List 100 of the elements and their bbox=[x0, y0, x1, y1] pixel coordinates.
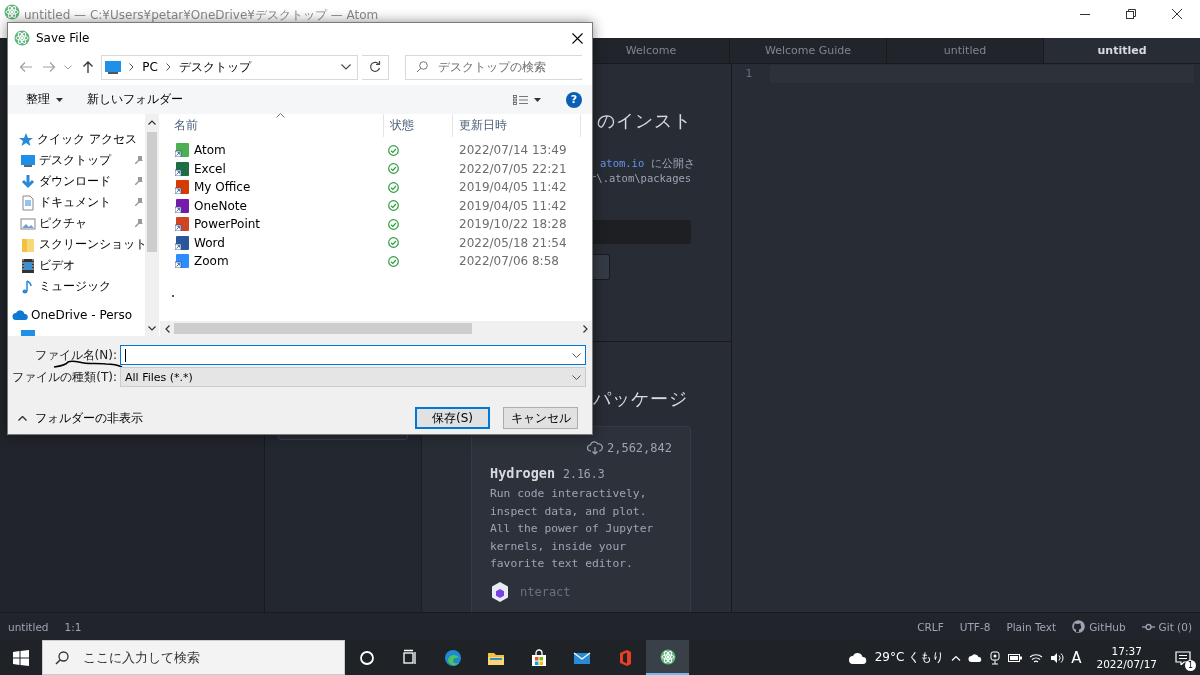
github-button[interactable]: GitHub bbox=[1089, 620, 1126, 633]
view-options-button[interactable] bbox=[510, 92, 544, 107]
editor-tab[interactable]: untitled bbox=[1043, 38, 1200, 63]
chevron-up-icon bbox=[148, 119, 156, 125]
ink-scribble bbox=[53, 360, 123, 368]
help-button[interactable]: ? bbox=[566, 91, 582, 108]
nav-item[interactable]: スクリーンショット bbox=[39, 236, 145, 253]
status-item[interactable]: 1:1 bbox=[64, 620, 82, 633]
organize-menu[interactable]: 整理 bbox=[23, 89, 66, 110]
taskbar-search-field[interactable]: ここに入力して検索 bbox=[42, 640, 345, 675]
hide-folders-button[interactable]: フォルダーの非表示 bbox=[18, 409, 143, 427]
clock-time[interactable]: 17:37 bbox=[1111, 644, 1142, 658]
git-button[interactable]: Git (0) bbox=[1158, 620, 1192, 633]
status-item[interactable]: CRLF bbox=[917, 620, 944, 633]
windows-logo-icon bbox=[13, 649, 29, 666]
status-item[interactable]: Plain Text bbox=[1006, 620, 1057, 633]
file-date: 2022/05/18 21:54 bbox=[458, 235, 568, 250]
nav-item[interactable]: OneDrive - Perso bbox=[31, 307, 143, 322]
status-item[interactable]: UTF-8 bbox=[959, 620, 991, 633]
clock-date[interactable]: 2022/07/17 bbox=[1096, 657, 1157, 671]
chevron-up-icon bbox=[951, 654, 962, 661]
weather-text[interactable]: 29°C くもり bbox=[874, 649, 945, 666]
monitor-icon bbox=[20, 152, 36, 169]
package-version: 2.16.3 bbox=[563, 467, 605, 481]
github-icon bbox=[1072, 620, 1086, 633]
caret-down-icon bbox=[56, 97, 63, 102]
file-name[interactable]: Excel bbox=[194, 161, 226, 176]
arrow-up-icon bbox=[81, 60, 94, 74]
field-label: ファイル名(N): bbox=[33, 346, 118, 364]
file-name[interactable]: Zoom bbox=[194, 254, 229, 269]
nav-item[interactable]: ドキュメント bbox=[39, 194, 131, 211]
arrow-left-icon bbox=[18, 61, 33, 73]
file-name[interactable]: Atom bbox=[194, 143, 226, 158]
file-name[interactable]: Word bbox=[194, 235, 225, 250]
save-button[interactable]: 保存(S) bbox=[415, 407, 490, 429]
chevron-down-icon[interactable] bbox=[572, 352, 581, 358]
search-icon bbox=[55, 650, 69, 665]
package-description: Run code interactively, inspect data, and plot. All the power of Jupyter kernels, inside your favorite text editor. bbox=[490, 486, 655, 572]
chevron-right-icon bbox=[582, 324, 588, 333]
dot-mark bbox=[172, 294, 174, 297]
chevron-down-icon bbox=[148, 325, 156, 331]
scrollbar[interactable] bbox=[160, 321, 592, 336]
file-date: 2019/04/05 11:42 bbox=[458, 198, 568, 213]
git-commit-icon bbox=[1141, 622, 1155, 631]
caret-down-icon bbox=[534, 97, 541, 102]
battery-icon bbox=[1008, 653, 1023, 662]
column-header[interactable]: 更新日時 bbox=[453, 114, 581, 137]
status-item[interactable]: untitled bbox=[8, 620, 49, 633]
refresh-button[interactable] bbox=[362, 54, 389, 80]
new-folder-button[interactable]: 新しいフォルダー bbox=[84, 89, 186, 110]
file-name[interactable]: PowerPoint bbox=[194, 217, 261, 232]
section-heading: パッケージ bbox=[593, 387, 689, 411]
task-view-icon bbox=[400, 648, 419, 667]
file-type-dropdown[interactable]: All Files (*.*) bbox=[120, 367, 586, 387]
atom-logo-icon bbox=[4, 4, 20, 20]
refresh-icon bbox=[369, 61, 381, 73]
search-field[interactable] bbox=[590, 220, 691, 244]
document-icon bbox=[20, 194, 36, 211]
chevron-down-icon[interactable] bbox=[341, 64, 351, 70]
breadcrumb[interactable]: PC bbox=[142, 60, 158, 74]
shopping-bag-icon bbox=[529, 648, 548, 667]
list-view-icon bbox=[513, 94, 528, 105]
chevron-right-icon bbox=[129, 63, 135, 71]
address-bar[interactable]: PC デスクトップ bbox=[101, 54, 358, 80]
breadcrumb[interactable]: デスクトップ bbox=[179, 58, 251, 76]
scrollbar-thumb[interactable] bbox=[147, 132, 157, 252]
file-date: 2019/10/22 18:28 bbox=[458, 217, 568, 232]
nav-item[interactable]: クイック アクセス bbox=[37, 131, 143, 148]
cancel-button[interactable]: キャンセル bbox=[503, 407, 578, 429]
scrollbar-thumb[interactable] bbox=[174, 323, 472, 334]
scrollbar[interactable] bbox=[145, 114, 159, 336]
edge-icon bbox=[443, 648, 462, 667]
close-icon bbox=[1172, 9, 1182, 19]
hexagon-avatar-icon bbox=[490, 580, 510, 603]
taskbar-app[interactable] bbox=[646, 640, 689, 675]
film-icon bbox=[20, 257, 36, 274]
text-input[interactable]: ここに入力して検索 bbox=[81, 642, 321, 673]
nav-item[interactable]: ビデオ bbox=[39, 257, 143, 274]
link[interactable]: atom.io bbox=[600, 157, 645, 169]
nav-item[interactable]: ダウンロード bbox=[39, 173, 131, 190]
notification-icon[interactable] bbox=[1175, 650, 1191, 665]
monitor-icon bbox=[105, 60, 122, 74]
nav-item[interactable]: ピクチャ bbox=[39, 215, 131, 232]
file-name[interactable]: OneNote bbox=[194, 198, 247, 213]
dialog-title: Save File bbox=[36, 31, 90, 45]
atom-logo-icon bbox=[658, 647, 677, 666]
nav-item[interactable]: デスクトップ bbox=[39, 152, 131, 169]
folder-icon bbox=[20, 236, 36, 253]
arrow-right-icon bbox=[41, 61, 56, 73]
chevron-right-icon bbox=[166, 63, 171, 71]
file-name[interactable]: My Office bbox=[194, 180, 251, 195]
column-header[interactable]: 名前 bbox=[160, 114, 384, 137]
line-number: 1 bbox=[744, 66, 752, 82]
column-header[interactable]: 状態 bbox=[384, 114, 453, 137]
package-name[interactable]: Hydrogen bbox=[490, 465, 556, 481]
file-date: 2022/07/14 13:49 bbox=[458, 143, 568, 158]
nav-item[interactable]: ミュージック bbox=[39, 278, 143, 295]
section-heading: のインスト bbox=[597, 109, 691, 133]
input-mode-indicator[interactable]: A bbox=[1071, 648, 1082, 667]
file-date: 2022/07/05 22:21 bbox=[458, 161, 568, 176]
